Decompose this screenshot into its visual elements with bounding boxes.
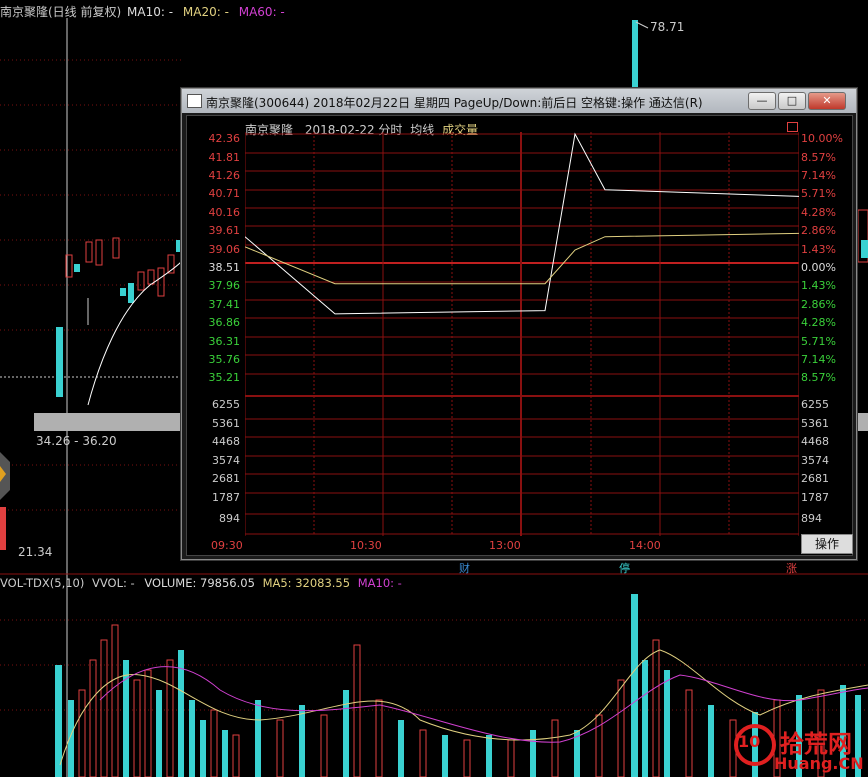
range-label: 34.26 - 36.20 bbox=[36, 434, 117, 448]
price-label: 36.86 bbox=[208, 316, 241, 329]
logo-sub-text: Huang.CN bbox=[774, 754, 864, 773]
ma5-value: MA5: 32083.55 bbox=[262, 576, 351, 590]
vol-label: 1787 bbox=[212, 491, 240, 504]
price-label: 40.71 bbox=[208, 187, 241, 200]
operate-button[interactable]: 操作 bbox=[801, 534, 853, 554]
intraday-chart-area: 南京聚隆 2018-02-22 分时 均线 成交量 42.36 41.81 41… bbox=[186, 115, 853, 556]
vol-label: 894 bbox=[219, 512, 240, 525]
ma60-label: MA60: - bbox=[238, 5, 285, 19]
time-label: 10:30 bbox=[350, 539, 382, 552]
price-label: 35.21 bbox=[208, 371, 241, 384]
vol-label: 3574 bbox=[801, 454, 829, 467]
vol-indicator: VOL-TDX(5,10) bbox=[0, 576, 85, 590]
app-icon bbox=[187, 94, 202, 108]
volume-header: VOL-TDX(5,10) VVOL: - VOLUME: 79856.05 M… bbox=[0, 576, 402, 590]
price-label: 39.06 bbox=[208, 243, 241, 256]
intraday-plot bbox=[245, 132, 799, 536]
price-label: 40.16 bbox=[208, 206, 241, 219]
price-label: 38.51 bbox=[208, 261, 241, 274]
pct-label: 5.71% bbox=[801, 335, 836, 348]
vol-label: 894 bbox=[801, 512, 822, 525]
stock-title: 南京聚隆(日线 前复权) bbox=[0, 5, 122, 19]
restore-icon[interactable] bbox=[787, 122, 798, 132]
pct-label: 8.57% bbox=[801, 151, 836, 164]
marker-ting[interactable]: 停 bbox=[619, 560, 630, 576]
site-logo: 10 拾荒网 Huang.CN bbox=[728, 722, 864, 774]
pct-label: 10.00% bbox=[801, 132, 843, 145]
vol-label: 4468 bbox=[801, 435, 829, 448]
pct-label: 4.28% bbox=[801, 206, 836, 219]
time-label: 13:00 bbox=[489, 539, 521, 552]
vol-label: 1787 bbox=[801, 491, 829, 504]
vol-label: 4468 bbox=[212, 435, 240, 448]
vol-label: 2681 bbox=[212, 472, 240, 485]
price-label: 37.41 bbox=[208, 298, 241, 311]
vol-label: 2681 bbox=[801, 472, 829, 485]
pct-label: 1.43% bbox=[801, 243, 836, 256]
maximize-button[interactable]: □ bbox=[778, 92, 806, 110]
vvol-label: VVOL: - bbox=[92, 576, 135, 590]
price-label: 41.26 bbox=[208, 169, 241, 182]
price-label: 35.76 bbox=[208, 353, 241, 366]
price-band bbox=[34, 413, 181, 431]
price-label: 36.31 bbox=[208, 335, 241, 348]
vol-label: 3574 bbox=[212, 454, 240, 467]
price-label: 41.81 bbox=[208, 151, 241, 164]
logo-number: 10 bbox=[738, 732, 761, 751]
close-button[interactable]: ✕ bbox=[808, 92, 846, 110]
vol-label: 5361 bbox=[801, 417, 829, 430]
dialog-title: 南京聚隆(300644) 2018年02月22日 星期四 PageUp/Down… bbox=[206, 96, 703, 110]
ma10-value: MA10: - bbox=[357, 576, 402, 590]
marker-cai[interactable]: 财 bbox=[459, 560, 470, 576]
pct-label: 4.28% bbox=[801, 316, 836, 329]
pct-label: 1.43% bbox=[801, 279, 836, 292]
pct-label: 2.86% bbox=[801, 298, 836, 311]
dialog-titlebar[interactable]: 南京聚隆(300644) 2018年02月22日 星期四 PageUp/Down… bbox=[182, 89, 856, 113]
marker-zhang[interactable]: 涨 bbox=[786, 560, 797, 576]
pct-label: 2.86% bbox=[801, 224, 836, 237]
pct-label: 0.00% bbox=[801, 261, 836, 274]
low-price-label: 21.34 bbox=[18, 545, 53, 559]
peak-candle bbox=[632, 20, 638, 88]
vol-label: 6255 bbox=[212, 398, 240, 411]
pct-label: 7.14% bbox=[801, 353, 836, 366]
peak-price-label: 78.71 bbox=[650, 20, 685, 34]
price-label: 37.96 bbox=[208, 279, 241, 292]
intraday-dialog: 南京聚隆(300644) 2018年02月22日 星期四 PageUp/Down… bbox=[181, 88, 857, 560]
vol-label: 5361 bbox=[212, 417, 240, 430]
minimize-button[interactable]: — bbox=[748, 92, 776, 110]
volume-value: VOLUME: 79856.05 bbox=[144, 576, 255, 590]
pct-label: 8.57% bbox=[801, 371, 836, 384]
ma10-label: MA10: - bbox=[127, 5, 174, 19]
vol-label: 6255 bbox=[801, 398, 829, 411]
ma20-label: MA20: - bbox=[182, 5, 229, 19]
pct-label: 7.14% bbox=[801, 169, 836, 182]
price-label: 39.61 bbox=[208, 224, 241, 237]
pct-label: 5.71% bbox=[801, 187, 836, 200]
time-label: 14:00 bbox=[629, 539, 661, 552]
daily-candles bbox=[0, 237, 181, 550]
main-chart-header: 南京聚隆(日线 前复权) MA10: - MA20: - MA60: - bbox=[0, 3, 285, 20]
price-label: 42.36 bbox=[208, 132, 241, 145]
time-label: 09:30 bbox=[211, 539, 243, 552]
